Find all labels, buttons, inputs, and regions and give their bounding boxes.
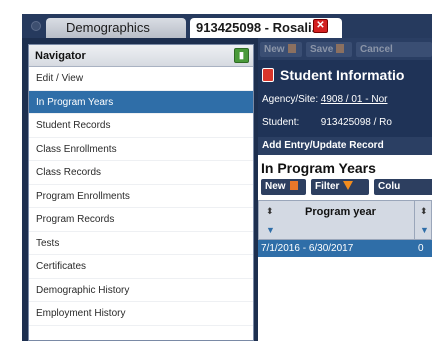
student-info-title: Student Informatio — [262, 65, 404, 85]
toolbar-new-label: New — [264, 44, 285, 55]
grid-new-label: New — [265, 181, 286, 192]
nav-item-demographic-history[interactable]: Demographic History — [29, 279, 253, 302]
column-filter-icon-col2[interactable]: ▼ — [420, 225, 429, 235]
nav-item-class-enrollments[interactable]: Class Enrollments — [29, 138, 253, 161]
navigator-title: Navigator — [35, 50, 86, 62]
sort-icon[interactable]: ⬍ — [266, 206, 274, 217]
student-row: Student: 913425098 / Ro — [262, 116, 392, 130]
nav-item-program-enrollments[interactable]: Program Enrollments — [29, 185, 253, 208]
table-row[interactable]: 7/1/2016 - 6/30/2017 0 — [258, 240, 432, 257]
grid-filter-label: Filter — [315, 181, 340, 192]
grid-columns-label: Colu — [378, 181, 401, 192]
navigator-header: Navigator ▮ — [29, 45, 253, 67]
nav-item-edit-view[interactable]: Edit / View — [29, 67, 253, 91]
nav-item-in-program-years[interactable]: In Program Years — [29, 90, 253, 114]
student-label: Student: — [262, 117, 300, 128]
add-entry-update-record[interactable]: Add Entry/Update Record — [258, 137, 432, 155]
student-info-icon — [262, 68, 274, 82]
new-record-icon — [289, 181, 298, 190]
grid-header: ⬍ Program year ▼ ⬍ ▼ — [258, 200, 432, 240]
grid-columns-button[interactable]: Colu — [374, 179, 432, 195]
funnel-icon — [343, 181, 354, 190]
nav-item-certificates[interactable]: Certificates — [29, 255, 253, 279]
grid-filter-button[interactable]: Filter — [311, 179, 369, 195]
toolbar-save-button[interactable]: Save — [306, 42, 352, 57]
save-icon — [336, 44, 345, 53]
tab-scroll-left-icon[interactable] — [31, 21, 41, 31]
app-window: Demographics 913425098 - Rosali... ✕ Nav… — [22, 14, 432, 341]
detail-pane: New Save Cancel Student Informatio Agenc… — [258, 38, 432, 341]
student-info-panel: Student Informatio Agency/Site: 4908 / 0… — [258, 60, 432, 155]
nav-item-employment-history[interactable]: Employment History — [29, 302, 253, 326]
toolbar-save-label: Save — [310, 44, 334, 55]
column-filter-icon[interactable]: ▼ — [266, 225, 275, 235]
toolbar-cancel-button[interactable]: Cancel — [356, 42, 432, 57]
nav-item-tests[interactable]: Tests — [29, 232, 253, 255]
toolbar-new-button[interactable]: New — [260, 42, 302, 57]
navigator-list: Edit / View In Program Years Student Rec… — [29, 67, 253, 326]
column-header-label: Program year — [305, 206, 376, 218]
screenshot-frame: Demographics 913425098 - Rosali... ✕ Nav… — [0, 0, 432, 341]
section-title: In Program Years — [261, 160, 376, 176]
grid-new-button[interactable]: New — [261, 179, 306, 195]
record-toolbar: New Save Cancel — [258, 38, 432, 60]
cell-program-year: 7/1/2016 - 6/30/2017 — [261, 243, 354, 254]
toolbar-cancel-label: Cancel — [360, 44, 393, 55]
student-info-title-text: Student Informatio — [280, 67, 405, 83]
nav-item-student-records[interactable]: Student Records — [29, 114, 253, 138]
agency-label: Agency/Site: — [262, 94, 319, 105]
new-icon — [287, 44, 296, 53]
pin-icon[interactable]: ▮ — [234, 48, 249, 63]
navigator-panel: Navigator ▮ Edit / View In Program Years… — [28, 44, 254, 341]
grid-toolbar: New Filter Colu — [258, 177, 432, 197]
column-header-program-year[interactable]: ⬍ Program year ▼ — [259, 201, 415, 239]
sort-icon-col2[interactable]: ⬍ — [420, 206, 428, 217]
student-value: 913425098 / Ro — [320, 117, 392, 128]
close-tab-icon[interactable]: ✕ — [313, 19, 328, 33]
agency-link[interactable]: 4908 / 01 - Nor — [321, 94, 388, 105]
cell-col2: 0 — [418, 243, 424, 254]
agency-row: Agency/Site: 4908 / 01 - Nor — [262, 93, 388, 107]
nav-item-program-records[interactable]: Program Records — [29, 208, 253, 232]
tab-demographics[interactable]: Demographics — [46, 18, 186, 38]
nav-item-class-records[interactable]: Class Records — [29, 161, 253, 185]
tab-bar: Demographics 913425098 - Rosali... ✕ — [22, 14, 432, 38]
